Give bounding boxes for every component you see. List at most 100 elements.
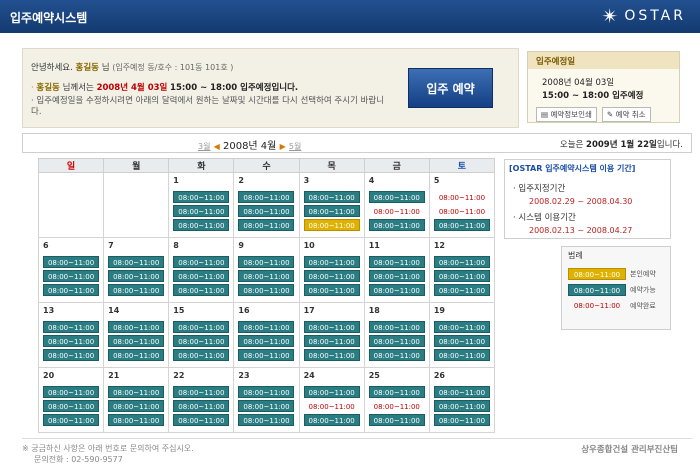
day-number: 8 [173,241,179,250]
print-info-label: 예약정보인쇄 [550,110,592,119]
time-slot-available[interactable]: 08:00~11:00 [368,284,425,296]
day-number: 17 [303,306,315,315]
time-slot-available[interactable]: 08:00~11:00 [433,284,490,296]
calendar-day-cell: 22 08:00~11:00 08:00~11:00 08:00~11:00 [168,367,235,433]
time-slot-available[interactable]: 08:00~11:00 [173,386,230,398]
time-slot-available[interactable]: 08:00~11:00 [238,400,295,412]
time-slot-available[interactable]: 08:00~11:00 [173,414,230,426]
calendar-day-cell: 20 08:00~11:00 08:00~11:00 08:00~11:00 [37,367,105,433]
time-slot-available[interactable]: 08:00~11:00 [433,386,490,398]
time-slot-available[interactable]: 08:00~11:00 [368,191,425,203]
next-month-link[interactable]: 5월 [289,142,301,151]
time-slot-available[interactable]: 08:00~11:00 [108,386,165,398]
time-slot-available[interactable]: 08:00~11:00 [173,219,230,231]
prev-arrow-icon[interactable]: ◀ [214,142,220,151]
time-slot-available[interactable]: 08:00~11:00 [368,335,425,347]
time-slot-available[interactable]: 08:00~11:00 [43,349,100,361]
time-slot-available[interactable]: 08:00~11:00 [108,349,165,361]
time-slot-available[interactable]: 08:00~11:00 [238,219,295,231]
time-slot-available[interactable]: 08:00~11:00 [238,191,295,203]
time-slot-available[interactable]: 08:00~11:00 [108,284,165,296]
time-slot-available[interactable]: 08:00~11:00 [238,335,295,347]
time-slot-available[interactable]: 08:00~11:00 [108,400,165,412]
time-slot-available[interactable]: 08:00~11:00 [108,321,165,333]
time-slot-available[interactable]: 08:00~11:00 [433,349,490,361]
time-slot-available[interactable]: 08:00~11:00 [368,219,425,231]
scheduled-date: 2008년 4월 03일 [96,83,168,93]
star-icon: ✴ [601,4,619,28]
legend-row-available: 08:00~11:00 예약가능 [568,284,670,296]
time-slot-available[interactable]: 08:00~11:00 [43,386,100,398]
instruction-body: 입주예정일을 수정하시려면 아래의 달력에서 원하는 날짜및 시간대를 다시 선… [31,96,385,117]
time-slot-available[interactable]: 08:00~11:00 [173,191,230,203]
time-slot-available[interactable]: 08:00~11:00 [173,205,230,217]
time-slot-available[interactable]: 08:00~11:00 [108,335,165,347]
time-slot-available[interactable]: 08:00~11:00 [433,321,490,333]
time-slot-available[interactable]: 08:00~11:00 [433,256,490,268]
time-slot-available[interactable]: 08:00~11:00 [108,270,165,282]
time-slot-available[interactable]: 08:00~11:00 [368,256,425,268]
time-slot-available[interactable]: 08:00~11:00 [238,256,295,268]
time-slot-available[interactable]: 08:00~11:00 [238,321,295,333]
time-slot-available[interactable]: 08:00~11:00 [303,256,360,268]
time-slot-available[interactable]: 08:00~11:00 [173,349,230,361]
time-slot-available[interactable]: 08:00~11:00 [433,400,490,412]
time-slot-available[interactable]: 08:00~11:00 [173,284,230,296]
calendar-day-cell: 1 08:00~11:00 08:00~11:00 08:00~11:00 [168,172,235,238]
time-slot-available[interactable]: 08:00~11:00 [303,284,360,296]
time-slot-available[interactable]: 08:00~11:00 [303,270,360,282]
time-slot-available[interactable]: 08:00~11:00 [173,256,230,268]
time-slot-available[interactable]: 08:00~11:00 [43,414,100,426]
footer-divider [22,438,692,439]
time-slot-mine[interactable]: 08:00~11:00 [303,219,360,231]
next-arrow-icon[interactable]: ▶ [280,142,286,151]
logo-text: OSTAR [624,8,686,24]
time-slot-available[interactable]: 08:00~11:00 [43,256,100,268]
time-slot-available[interactable]: 08:00~11:00 [433,270,490,282]
time-slot-available[interactable]: 08:00~11:00 [368,270,425,282]
time-slot-available[interactable]: 08:00~11:00 [238,349,295,361]
day-number [104,173,168,191]
time-slot-available[interactable]: 08:00~11:00 [238,205,295,217]
weekday-header: 일 [37,158,105,173]
time-slot-available[interactable]: 08:00~11:00 [303,414,360,426]
time-slot-available[interactable]: 08:00~11:00 [303,386,360,398]
time-slot-available[interactable]: 08:00~11:00 [173,335,230,347]
time-slot-available[interactable]: 08:00~11:00 [368,321,425,333]
time-slot-available[interactable]: 08:00~11:00 [433,219,490,231]
time-slot-booked: 08:00~11:00 [303,400,360,412]
system-label-text: 시스템 이용기간 [518,213,576,223]
cancel-reservation-button[interactable]: ✎ 예약 취소 [601,107,651,122]
time-slot-available[interactable]: 08:00~11:00 [238,284,295,296]
time-slot-available[interactable]: 08:00~11:00 [303,335,360,347]
calendar-week-row: 1 08:00~11:00 08:00~11:00 08:00~11:00 2 08:00… [37,172,496,238]
prev-month-link[interactable]: 3월 [198,142,210,151]
time-slot-available[interactable]: 08:00~11:00 [368,349,425,361]
time-slot-available[interactable]: 08:00~11:00 [368,386,425,398]
time-slot-available[interactable]: 08:00~11:00 [368,414,425,426]
reserve-button[interactable]: 입주 예약 [408,68,493,108]
time-slot-available[interactable]: 08:00~11:00 [303,349,360,361]
time-slot-available[interactable]: 08:00~11:00 [433,335,490,347]
print-info-button[interactable]: ▤ 예약정보인쇄 [536,107,597,122]
time-slot-available[interactable]: 08:00~11:00 [108,256,165,268]
time-slot-available[interactable]: 08:00~11:00 [173,400,230,412]
time-slot-available[interactable]: 08:00~11:00 [108,414,165,426]
time-slot-available[interactable]: 08:00~11:00 [43,270,100,282]
time-slot-available[interactable]: 08:00~11:00 [173,321,230,333]
time-slot-available[interactable]: 08:00~11:00 [43,400,100,412]
today-text: 오늘은 2009년 1월 22일입니다. [560,138,683,150]
time-slot-available[interactable]: 08:00~11:00 [433,414,490,426]
time-slot-available[interactable]: 08:00~11:00 [303,191,360,203]
time-slot-available[interactable]: 08:00~11:00 [303,205,360,217]
time-slot-available[interactable]: 08:00~11:00 [238,386,295,398]
day-number: 24 [303,371,315,380]
month-navigation: 3월 ◀ 2008년 4월 ▶ 5월 오늘은 2009년 1월 22일입니다. [22,133,692,153]
time-slot-available[interactable]: 08:00~11:00 [238,414,295,426]
time-slot-available[interactable]: 08:00~11:00 [43,284,100,296]
time-slot-available[interactable]: 08:00~11:00 [238,270,295,282]
time-slot-available[interactable]: 08:00~11:00 [173,270,230,282]
time-slot-available[interactable]: 08:00~11:00 [43,335,100,347]
time-slot-available[interactable]: 08:00~11:00 [43,321,100,333]
time-slot-available[interactable]: 08:00~11:00 [303,321,360,333]
